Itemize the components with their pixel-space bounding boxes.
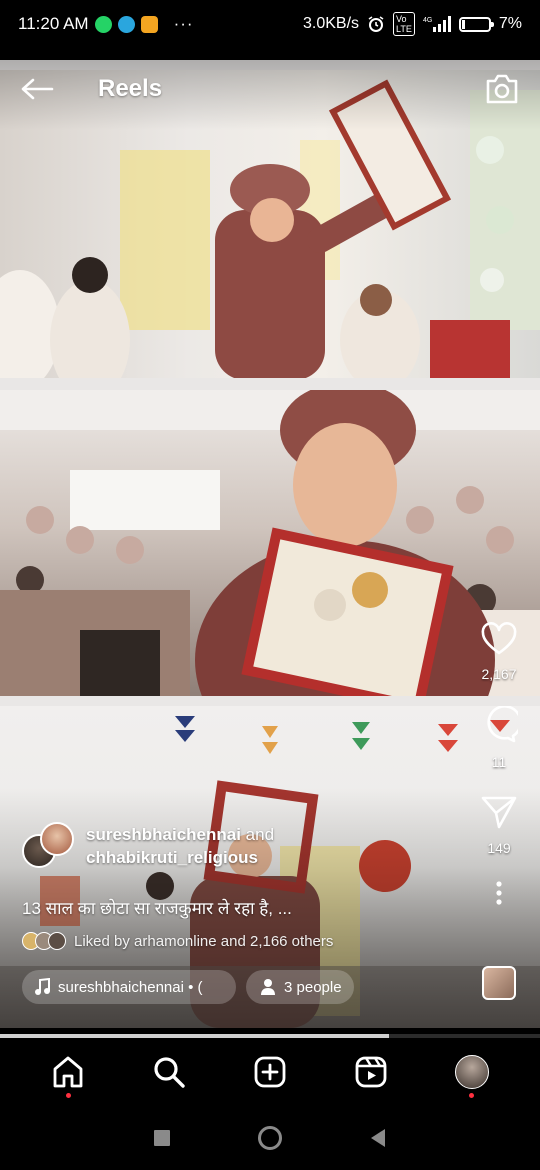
svg-text:4G: 4G bbox=[423, 17, 432, 24]
tagged-people-chip[interactable]: 3 people bbox=[246, 970, 354, 1004]
people-label: 3 people bbox=[284, 978, 342, 996]
avatar[interactable] bbox=[40, 822, 74, 856]
recents-icon[interactable] bbox=[152, 1128, 172, 1148]
share-count: 149 bbox=[487, 840, 511, 856]
person-icon bbox=[261, 979, 275, 995]
notification-dot bbox=[469, 1093, 475, 1098]
audio-chip[interactable]: sureshbhaichennai • ( bbox=[22, 970, 236, 1004]
more-action bbox=[494, 880, 504, 906]
status-bar: 11:20 AM ··· 3.0KB/s Vo LTE 4G 7% bbox=[0, 0, 540, 48]
avatar bbox=[48, 932, 66, 950]
search-icon bbox=[154, 1057, 185, 1088]
author-username[interactable]: sureshbhaichennai bbox=[86, 825, 241, 844]
whatsapp-icon bbox=[94, 15, 112, 33]
frame-middle-art bbox=[0, 390, 540, 696]
action-rail: 2,167 11 149 bbox=[476, 622, 522, 930]
battery-percent: 7% bbox=[498, 15, 522, 32]
notes-icon bbox=[140, 15, 158, 33]
signal-4g-icon: 4G bbox=[423, 16, 451, 32]
nav-create[interactable] bbox=[242, 1044, 298, 1100]
comment-icon[interactable] bbox=[480, 706, 518, 744]
reel-video[interactable] bbox=[0, 60, 540, 1028]
author-names: sureshbhaichennai and chhabikruti_religi… bbox=[86, 823, 274, 869]
home-icon bbox=[53, 1056, 83, 1088]
battery-icon bbox=[458, 16, 494, 32]
comment-action: 11 bbox=[480, 706, 518, 770]
post-caption[interactable]: 13 साल का छोटा सा राजकुमार ले रहा है, ..… bbox=[22, 896, 342, 919]
status-right: 3.0KB/s Vo LTE 4G 7% bbox=[303, 12, 522, 36]
nav-profile[interactable] bbox=[444, 1044, 500, 1100]
heart-icon[interactable] bbox=[480, 622, 518, 656]
notification-dot bbox=[65, 1093, 71, 1098]
create-icon bbox=[254, 1056, 286, 1088]
send-icon[interactable] bbox=[480, 794, 518, 830]
system-navigation bbox=[0, 1106, 540, 1170]
comment-count: 11 bbox=[491, 754, 507, 770]
liked-by-user[interactable]: arhamonline bbox=[134, 933, 217, 950]
coauthor-username[interactable]: chhabikruti_religious bbox=[86, 848, 258, 867]
alarm-icon bbox=[368, 16, 384, 32]
reels-icon bbox=[355, 1056, 387, 1088]
telegram-icon bbox=[117, 15, 135, 33]
bottom-navigation bbox=[0, 1038, 540, 1106]
more-vertical-icon[interactable] bbox=[494, 880, 504, 906]
status-left: 11:20 AM ··· bbox=[18, 14, 194, 34]
more-notifications: ··· bbox=[173, 14, 194, 33]
liked-by-suffix: and 2,166 others bbox=[220, 932, 334, 950]
like-action: 2,167 bbox=[480, 622, 518, 682]
back-arrow-icon[interactable] bbox=[20, 77, 54, 101]
video-frame-middle bbox=[0, 390, 540, 696]
back-triangle-icon[interactable] bbox=[368, 1127, 388, 1149]
volte-icon: Vo LTE bbox=[393, 12, 415, 36]
nav-home[interactable] bbox=[40, 1044, 96, 1100]
audio-label: sureshbhaichennai • ( bbox=[58, 978, 203, 996]
camera-icon[interactable] bbox=[484, 72, 520, 106]
post-authors: sureshbhaichennai and chhabikruti_religi… bbox=[22, 822, 274, 870]
music-note-icon bbox=[35, 978, 50, 995]
author-conjunction: and bbox=[245, 825, 275, 844]
page-title: Reels bbox=[98, 75, 163, 102]
like-count: 2,167 bbox=[481, 666, 517, 682]
author-avatars[interactable] bbox=[22, 822, 76, 870]
liked-by[interactable]: Liked by arhamonline and 2,166 others bbox=[22, 932, 333, 950]
liker-avatars bbox=[22, 932, 68, 950]
profile-avatar bbox=[454, 1055, 489, 1089]
status-time: 11:20 AM bbox=[18, 14, 89, 33]
audio-row: sureshbhaichennai • ( 3 people bbox=[22, 970, 354, 1004]
nav-search[interactable] bbox=[141, 1044, 197, 1100]
network-speed: 3.0KB/s bbox=[303, 15, 360, 32]
nav-reels[interactable] bbox=[343, 1044, 399, 1100]
reels-header: Reels bbox=[0, 60, 540, 118]
audio-thumbnail[interactable] bbox=[482, 966, 516, 1000]
home-circle-icon[interactable] bbox=[257, 1125, 283, 1151]
liked-by-prefix: Liked by bbox=[74, 932, 130, 950]
share-action: 149 bbox=[480, 794, 518, 856]
